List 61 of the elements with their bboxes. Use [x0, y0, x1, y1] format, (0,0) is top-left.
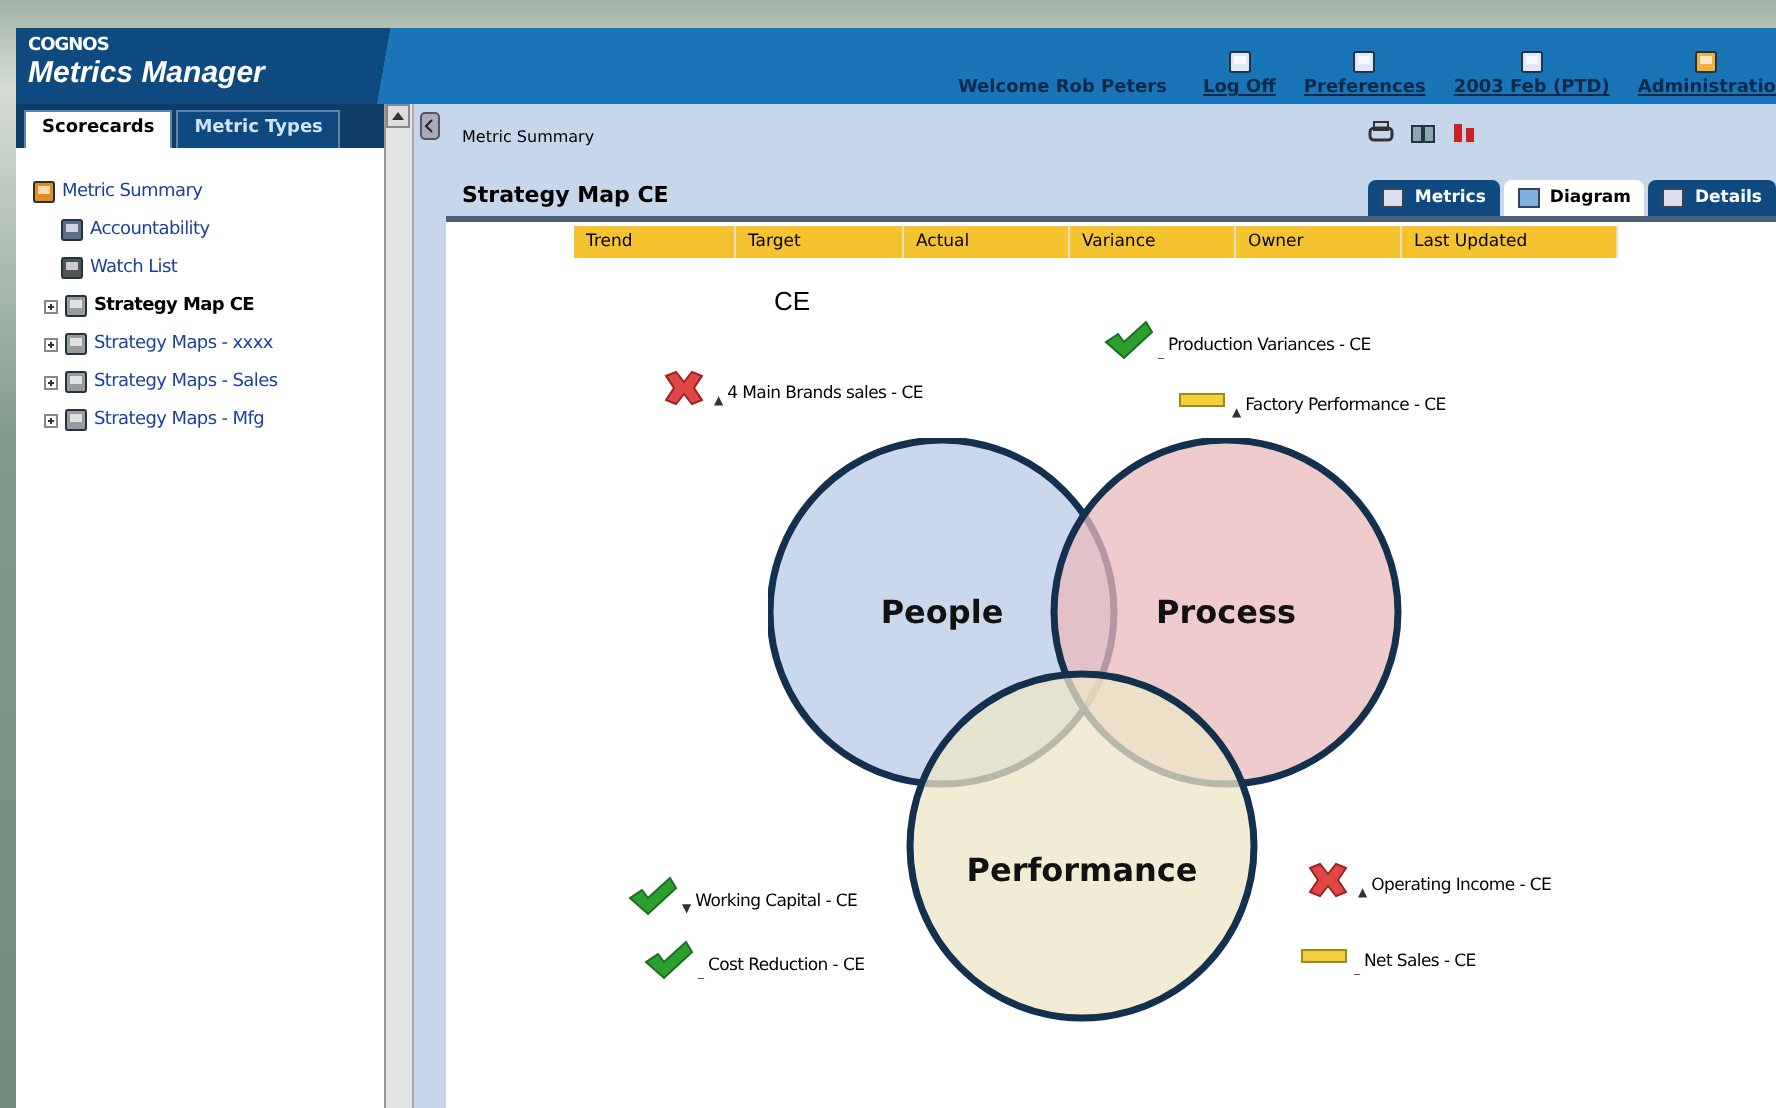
- circle-label: Performance: [966, 851, 1198, 889]
- tree-item[interactable]: Strategy Maps - Sales: [94, 372, 278, 392]
- folder-icon: [64, 294, 88, 318]
- folder-icon: [64, 332, 88, 356]
- tab-icon: [1517, 188, 1540, 208]
- folder-icon: [64, 370, 88, 394]
- brand-name: COGNOS: [28, 36, 111, 56]
- book-icon[interactable]: [1410, 120, 1437, 144]
- tab-icon: [1382, 188, 1405, 208]
- header-link-icon: [1227, 50, 1252, 74]
- watch-list-icon: [60, 256, 84, 280]
- check-icon: [1102, 318, 1154, 362]
- summary-icon: [32, 180, 56, 204]
- circle-label: People: [880, 593, 1004, 631]
- print-icon[interactable]: [1368, 120, 1395, 144]
- metric-label[interactable]: Production Variances - CE: [1168, 336, 1371, 356]
- check-icon: [642, 938, 694, 982]
- expand-icon[interactable]: [44, 413, 58, 427]
- view-tab[interactable]: Details: [1648, 180, 1776, 216]
- expand-icon[interactable]: [44, 299, 58, 313]
- metric-label[interactable]: Operating Income - CE: [1371, 876, 1552, 896]
- tree-item[interactable]: Accountability: [90, 220, 210, 240]
- breadcrumb: Metric Summary: [462, 126, 597, 146]
- chart-icon[interactable]: [1452, 120, 1477, 144]
- view-tab[interactable]: Diagram: [1503, 180, 1645, 216]
- sidebar-tab[interactable]: Scorecards: [24, 110, 173, 148]
- folder-icon: [64, 408, 88, 432]
- tree-item[interactable]: Metric Summary: [62, 182, 203, 202]
- tree-item[interactable]: Watch List: [90, 258, 178, 278]
- view-tab[interactable]: Metrics: [1368, 180, 1500, 216]
- metric-label[interactable]: Working Capital - CE: [695, 892, 858, 912]
- column-header[interactable]: Last Updated: [1402, 226, 1618, 258]
- page-title: Strategy Map CE: [462, 182, 671, 212]
- column-header[interactable]: Actual: [904, 226, 1070, 258]
- metric-label[interactable]: Net Sales - CE: [1364, 952, 1476, 972]
- person-icon: [60, 218, 84, 242]
- metric-label[interactable]: Cost Reduction - CE: [708, 956, 865, 976]
- column-header[interactable]: Target: [736, 226, 904, 258]
- calendar-icon: [1519, 50, 1544, 74]
- expand-icon[interactable]: [44, 337, 58, 351]
- header-link-icon: [1694, 50, 1719, 74]
- sidebar-tab[interactable]: Metric Types: [176, 110, 341, 148]
- diagram-title: CE: [774, 286, 811, 316]
- column-header[interactable]: Owner: [1236, 226, 1402, 258]
- metric-label[interactable]: Factory Performance - CE: [1245, 396, 1446, 416]
- tree-item[interactable]: Strategy Maps - Mfg: [94, 410, 265, 430]
- column-header[interactable]: Trend: [574, 226, 736, 258]
- welcome-text: Welcome Rob Peters: [957, 78, 1167, 98]
- circle-label: Process: [1156, 593, 1296, 631]
- tree-item[interactable]: Strategy Map CE: [94, 296, 255, 316]
- expand-icon[interactable]: [44, 375, 58, 389]
- tab-icon: [1662, 188, 1685, 208]
- check-icon: [626, 874, 678, 918]
- collapse-icon[interactable]: [420, 112, 440, 140]
- scrollbar[interactable]: [386, 104, 414, 1108]
- column-header[interactable]: Variance: [1070, 226, 1236, 258]
- header-link-icon: [1352, 50, 1377, 74]
- product-name: Metrics Manager: [28, 56, 268, 90]
- scroll-up-icon[interactable]: [386, 104, 410, 128]
- tree-item[interactable]: Strategy Maps - xxxx: [94, 334, 273, 354]
- metric-label[interactable]: 4 Main Brands sales - CE: [727, 384, 923, 404]
